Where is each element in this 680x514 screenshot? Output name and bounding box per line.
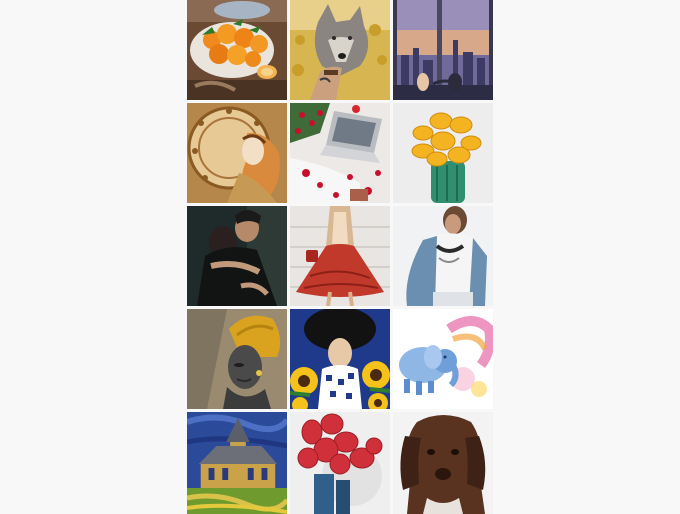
gallery-tile-spaniel[interactable] (393, 412, 493, 514)
gallery-tile-wolf[interactable] (290, 0, 390, 100)
gallery-tile-oranges[interactable] (187, 0, 287, 100)
gallery-tile-red-cactus[interactable] (290, 412, 390, 514)
gallery-tile-elephants[interactable] (393, 309, 493, 409)
oranges-image (187, 0, 287, 100)
gallery-tile-laptop-berries[interactable] (290, 103, 390, 203)
gallery-tile-yellow-cactus[interactable] (393, 103, 493, 203)
zodiac-woman-image (187, 103, 287, 203)
laptop-berries-image (290, 103, 390, 203)
painting-gallery-grid (187, 0, 493, 514)
gallery-tile-church[interactable] (187, 412, 287, 514)
gallery-tile-turban-woman[interactable] (187, 309, 287, 409)
gallery-tile-red-skirt[interactable] (290, 206, 390, 306)
gallery-tile-zodiac-woman[interactable] (187, 103, 287, 203)
couple-image (187, 206, 287, 306)
yellow-cactus-image (393, 103, 493, 203)
gallery-tile-denim-woman[interactable] (393, 206, 493, 306)
gallery-tile-couple[interactable] (187, 206, 287, 306)
spaniel-image (393, 412, 493, 514)
gallery-tile-window-city[interactable] (393, 0, 493, 100)
window-city-image (393, 0, 493, 100)
red-cactus-image (290, 412, 390, 514)
sunflower-woman-image (290, 309, 390, 409)
turban-woman-image (187, 309, 287, 409)
wolf-image (290, 0, 390, 100)
gallery-tile-sunflower-woman[interactable] (290, 309, 390, 409)
red-skirt-image (290, 206, 390, 306)
church-image (187, 412, 287, 514)
denim-woman-image (393, 206, 493, 306)
elephants-image (393, 309, 493, 409)
